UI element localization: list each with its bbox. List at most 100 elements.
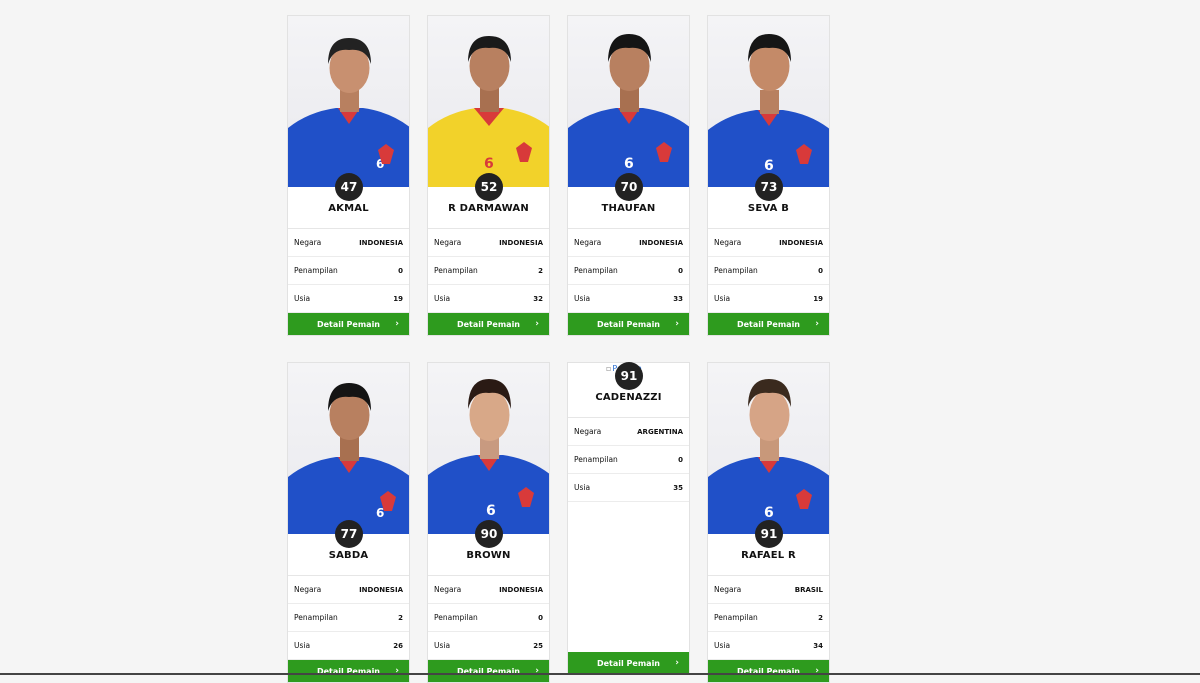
appearances-value: 0 <box>678 266 683 275</box>
country-row: Negara INDONESIA <box>288 229 409 257</box>
appearances-row: Penampilan 0 <box>708 257 829 285</box>
detail-player-button[interactable]: Detail Pemain › <box>708 660 829 682</box>
country-value: BRASIL <box>794 585 823 594</box>
detail-player-button[interactable]: Detail Pemain › <box>428 660 549 682</box>
age-value: 19 <box>393 294 403 303</box>
appearances-label: Penampilan <box>434 266 478 275</box>
age-value: 33 <box>673 294 683 303</box>
chevron-right-icon: › <box>675 658 679 668</box>
age-row: Usia 19 <box>708 285 829 313</box>
appearances-row: Penampilan 0 <box>288 257 409 285</box>
player-grid: 6 47 AKMAL Negara INDONESIA Penampilan 0… <box>0 0 1200 683</box>
player-card: 6 73 SEVA B Negara INDONESIA Penampilan … <box>707 15 830 336</box>
appearances-row: Penampilan 0 <box>568 446 689 474</box>
country-row: Negara ARGENTINA <box>568 418 689 446</box>
country-value: INDONESIA <box>499 238 543 247</box>
appearances-value: 0 <box>398 266 403 275</box>
appearances-value: 2 <box>538 266 543 275</box>
appearances-label: Penampilan <box>434 613 478 622</box>
age-value: 32 <box>533 294 543 303</box>
player-photo: 6 <box>288 363 409 534</box>
player-number-badge: 91 <box>615 362 643 390</box>
age-row: Usia 25 <box>428 632 549 660</box>
age-label: Usia <box>574 294 591 303</box>
player-card: 6 47 AKMAL Negara INDONESIA Penampilan 0… <box>287 15 410 336</box>
country-label: Negara <box>294 238 322 247</box>
svg-text:6: 6 <box>486 503 496 519</box>
age-value: 25 <box>533 641 543 650</box>
player-photo: 6 <box>288 16 409 187</box>
age-row: Usia 19 <box>288 285 409 313</box>
player-number-badge: 77 <box>335 520 363 548</box>
age-label: Usia <box>714 294 731 303</box>
detail-player-button[interactable]: Detail Pemain › <box>568 313 689 335</box>
player-card: 6 52 R DARMAWAN Negara INDONESIA Penampi… <box>427 15 550 336</box>
svg-text:6: 6 <box>764 158 774 174</box>
appearances-label: Penampilan <box>714 613 758 622</box>
player-card: 6 91 RAFAEL R Negara BRASIL Penampilan 2… <box>707 362 830 683</box>
detail-player-button[interactable]: Detail Pemain › <box>568 652 689 674</box>
player-card: 6 90 BROWN Negara INDONESIA Penampilan 0… <box>427 362 550 683</box>
appearances-row: Penampilan 0 <box>428 604 549 632</box>
player-card: 6 70 THAUFAN Negara INDONESIA Penampilan… <box>567 15 690 336</box>
age-label: Usia <box>574 483 591 492</box>
age-label: Usia <box>434 294 451 303</box>
player-photo: 6 <box>428 16 549 187</box>
player-number-badge: 73 <box>755 173 783 201</box>
detail-button-label: Detail Pemain <box>596 319 661 329</box>
detail-player-button[interactable]: Detail Pemain › <box>288 313 409 335</box>
player-number-badge: 90 <box>475 520 503 548</box>
age-row: Usia 35 <box>568 474 689 502</box>
country-label: Negara <box>434 585 462 594</box>
age-row: Usia 26 <box>288 632 409 660</box>
country-row: Negara INDONESIA <box>708 229 829 257</box>
player-number-badge: 52 <box>475 173 503 201</box>
age-value: 26 <box>393 641 403 650</box>
appearances-value: 2 <box>398 613 403 622</box>
appearances-label: Penampilan <box>294 266 338 275</box>
detail-button-label: Detail Pemain <box>736 319 801 329</box>
player-photo: 6 <box>708 16 829 187</box>
age-value: 19 <box>813 294 823 303</box>
country-row: Negara BRASIL <box>708 576 829 604</box>
appearances-label: Penampilan <box>294 613 338 622</box>
age-label: Usia <box>714 641 731 650</box>
detail-button-label: Detail Pemain <box>456 319 521 329</box>
appearances-value: 0 <box>818 266 823 275</box>
age-label: Usia <box>434 641 451 650</box>
svg-text:6: 6 <box>624 156 634 172</box>
age-label: Usia <box>294 294 311 303</box>
country-value: INDONESIA <box>359 238 403 247</box>
country-row: Negara INDONESIA <box>428 576 549 604</box>
appearances-row: Penampilan 2 <box>428 257 549 285</box>
appearances-row: Penampilan 0 <box>568 257 689 285</box>
appearances-row: Penampilan 2 <box>288 604 409 632</box>
age-value: 34 <box>813 641 823 650</box>
chevron-right-icon: › <box>395 319 399 329</box>
chevron-right-icon: › <box>675 319 679 329</box>
country-value: INDONESIA <box>639 238 683 247</box>
age-row: Usia 33 <box>568 285 689 313</box>
detail-player-button[interactable]: Detail Pemain › <box>708 313 829 335</box>
detail-button-label: Detail Pemain <box>596 658 661 668</box>
appearances-value: 0 <box>678 455 683 464</box>
detail-player-button[interactable]: Detail Pemain › <box>288 660 409 682</box>
appearances-label: Penampilan <box>574 266 618 275</box>
country-label: Negara <box>434 238 462 247</box>
country-value: INDONESIA <box>779 238 823 247</box>
appearances-label: Penampilan <box>714 266 758 275</box>
country-label: Negara <box>294 585 322 594</box>
country-label: Negara <box>574 238 602 247</box>
detail-player-button[interactable]: Detail Pemain › <box>428 313 549 335</box>
country-label: Negara <box>574 427 602 436</box>
country-label: Negara <box>714 585 742 594</box>
appearances-row: Penampilan 2 <box>708 604 829 632</box>
player-photo: 6 <box>708 363 829 534</box>
appearances-value: 0 <box>538 613 543 622</box>
age-label: Usia <box>294 641 311 650</box>
detail-button-label: Detail Pemain <box>316 319 381 329</box>
chevron-right-icon: › <box>535 319 539 329</box>
svg-text:6: 6 <box>764 505 774 521</box>
appearances-value: 2 <box>818 613 823 622</box>
player-number-badge: 47 <box>335 173 363 201</box>
